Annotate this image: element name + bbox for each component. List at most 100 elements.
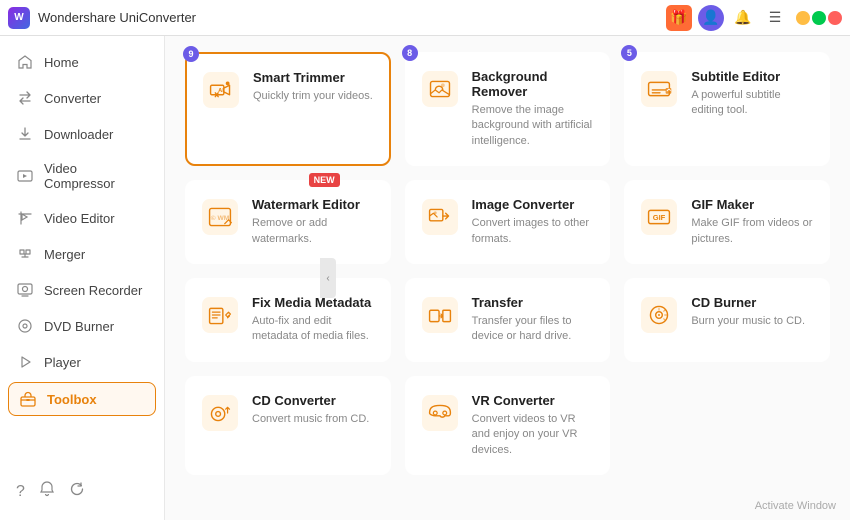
tools-grid: 9 AI Smart Trimmer Quickly trim your vid… bbox=[185, 52, 830, 475]
player-icon bbox=[16, 353, 34, 371]
cd-converter-desc: Convert music from CD. bbox=[252, 412, 376, 427]
sidebar-item-home[interactable]: Home bbox=[0, 44, 164, 80]
subtitle-editor-title: Subtitle Editor bbox=[691, 69, 815, 84]
image-converter-text: Image Converter Convert images to other … bbox=[472, 197, 596, 247]
watermark-editor-text: Watermark Editor Remove or add watermark… bbox=[252, 197, 376, 247]
close-button[interactable] bbox=[828, 11, 842, 25]
merger-icon bbox=[16, 245, 34, 263]
screen-recorder-icon bbox=[16, 281, 34, 299]
maximize-button[interactable] bbox=[812, 11, 826, 25]
tool-card-vr-converter[interactable]: VR Converter Convert videos to VR and en… bbox=[405, 376, 611, 475]
sidebar-label-toolbox: Toolbox bbox=[47, 392, 97, 407]
tool-card-fix-media-metadata[interactable]: Fix Media Metadata Auto-fix and edit met… bbox=[185, 278, 391, 362]
tool-card-cd-converter[interactable]: CD Converter Convert music from CD. bbox=[185, 376, 391, 475]
tool-card-watermark-editor[interactable]: NEW © WM Watermark Editor Remove or add … bbox=[185, 180, 391, 264]
sidebar-item-toolbox[interactable]: Toolbox bbox=[8, 382, 156, 416]
tool-card-smart-trimmer[interactable]: 9 AI Smart Trimmer Quickly trim your vid… bbox=[185, 52, 391, 166]
activate-window-text: Activate Window bbox=[755, 500, 836, 512]
smart-trimmer-badge: 9 bbox=[183, 46, 199, 62]
cd-converter-icon bbox=[200, 393, 240, 433]
converter-icon bbox=[16, 89, 34, 107]
watermark-editor-badge-new: NEW bbox=[309, 173, 340, 187]
sidebar-label-screen-recorder: Screen Recorder bbox=[44, 283, 142, 298]
dvd-burner-icon bbox=[16, 317, 34, 335]
background-remover-title: Background Remover bbox=[472, 69, 596, 99]
subtitle-editor-icon bbox=[639, 69, 679, 109]
gif-maker-desc: Make GIF from videos or pictures. bbox=[691, 216, 815, 247]
background-remover-badge: 8 bbox=[402, 45, 418, 61]
background-remover-icon bbox=[420, 69, 460, 109]
sidebar-item-merger[interactable]: Merger bbox=[0, 236, 164, 272]
background-remover-desc: Remove the image background with artific… bbox=[472, 103, 596, 149]
sidebar-label-merger: Merger bbox=[44, 247, 85, 262]
svg-text:AI: AI bbox=[218, 88, 224, 94]
smart-trimmer-title: Smart Trimmer bbox=[253, 70, 375, 85]
smart-trimmer-text: Smart Trimmer Quickly trim your videos. bbox=[253, 70, 375, 104]
sidebar-item-video-compressor[interactable]: Video Compressor bbox=[0, 152, 164, 200]
vr-converter-title: VR Converter bbox=[472, 393, 596, 408]
sidebar-label-video-editor: Video Editor bbox=[44, 211, 115, 226]
sidebar-item-screen-recorder[interactable]: Screen Recorder bbox=[0, 272, 164, 308]
title-bar-actions: 🎁 👤 🔔 ☰ bbox=[666, 5, 788, 31]
sidebar-label-dvd-burner: DVD Burner bbox=[44, 319, 114, 334]
fix-media-metadata-title: Fix Media Metadata bbox=[252, 295, 376, 310]
sidebar-label-downloader: Downloader bbox=[44, 127, 113, 142]
tool-card-background-remover[interactable]: 8 Background Remover Remove the image ba… bbox=[405, 52, 611, 166]
tool-card-transfer[interactable]: Transfer Transfer your files to device o… bbox=[405, 278, 611, 362]
cd-burner-text: CD Burner Burn your music to CD. bbox=[691, 295, 815, 329]
image-converter-icon bbox=[420, 197, 460, 237]
fix-media-metadata-desc: Auto-fix and edit metadata of media file… bbox=[252, 314, 376, 345]
minimize-button[interactable] bbox=[796, 11, 810, 25]
svg-text:GIF: GIF bbox=[653, 213, 666, 222]
sidebar: Home Converter Downloader Video Compress… bbox=[0, 36, 165, 520]
video-editor-icon bbox=[16, 209, 34, 227]
tool-card-cd-burner[interactable]: CD Burner Burn your music to CD. bbox=[624, 278, 830, 362]
background-remover-text: Background Remover Remove the image back… bbox=[472, 69, 596, 149]
sidebar-label-player: Player bbox=[44, 355, 81, 370]
collapse-sidebar-button[interactable]: ‹ bbox=[320, 258, 336, 298]
sidebar-item-video-editor[interactable]: Video Editor bbox=[0, 200, 164, 236]
sidebar-item-player[interactable]: Player bbox=[0, 344, 164, 380]
cd-burner-icon bbox=[639, 295, 679, 335]
home-icon bbox=[16, 53, 34, 71]
gif-maker-title: GIF Maker bbox=[691, 197, 815, 212]
tool-card-image-converter[interactable]: Image Converter Convert images to other … bbox=[405, 180, 611, 264]
user-button[interactable]: 👤 bbox=[698, 5, 724, 31]
cd-converter-title: CD Converter bbox=[252, 393, 376, 408]
gif-maker-text: GIF Maker Make GIF from videos or pictur… bbox=[691, 197, 815, 247]
vr-converter-text: VR Converter Convert videos to VR and en… bbox=[472, 393, 596, 458]
bell-button[interactable]: 🔔 bbox=[730, 5, 756, 31]
window-controls bbox=[796, 11, 842, 25]
refresh-icon[interactable] bbox=[69, 481, 85, 502]
app-title: Wondershare UniConverter bbox=[38, 10, 666, 25]
sidebar-label-home: Home bbox=[44, 55, 79, 70]
watermark-editor-icon: © WM bbox=[200, 197, 240, 237]
sidebar-item-dvd-burner[interactable]: DVD Burner bbox=[0, 308, 164, 344]
image-converter-title: Image Converter bbox=[472, 197, 596, 212]
smart-trimmer-desc: Quickly trim your videos. bbox=[253, 89, 375, 104]
gift-button[interactable]: 🎁 bbox=[666, 5, 692, 31]
transfer-text: Transfer Transfer your files to device o… bbox=[472, 295, 596, 345]
tool-card-subtitle-editor[interactable]: 5 Subtitle Editor A powerful subtitle ed… bbox=[624, 52, 830, 166]
subtitle-editor-text: Subtitle Editor A powerful subtitle edit… bbox=[691, 69, 815, 119]
sidebar-label-video-compressor: Video Compressor bbox=[44, 161, 148, 191]
menu-button[interactable]: ☰ bbox=[762, 5, 788, 31]
sidebar-item-converter[interactable]: Converter bbox=[0, 80, 164, 116]
notification-icon[interactable] bbox=[39, 481, 55, 502]
title-bar: W Wondershare UniConverter 🎁 👤 🔔 ☰ bbox=[0, 0, 850, 36]
toolbox-icon bbox=[19, 390, 37, 408]
cd-burner-desc: Burn your music to CD. bbox=[691, 314, 815, 329]
sidebar-item-downloader[interactable]: Downloader bbox=[0, 116, 164, 152]
fix-media-metadata-icon bbox=[200, 295, 240, 335]
vr-converter-icon bbox=[420, 393, 460, 433]
smart-trimmer-icon: AI bbox=[201, 70, 241, 110]
tool-card-gif-maker[interactable]: GIF GIF Maker Make GIF from videos or pi… bbox=[624, 180, 830, 264]
watermark-editor-title: Watermark Editor bbox=[252, 197, 376, 212]
cd-burner-title: CD Burner bbox=[691, 295, 815, 310]
app-logo: W bbox=[8, 7, 30, 29]
help-icon[interactable]: ? bbox=[16, 483, 25, 501]
watermark-editor-desc: Remove or add watermarks. bbox=[252, 216, 376, 247]
sidebar-bottom: ? bbox=[0, 471, 164, 512]
cd-converter-text: CD Converter Convert music from CD. bbox=[252, 393, 376, 427]
content-area: 9 AI Smart Trimmer Quickly trim your vid… bbox=[165, 36, 850, 520]
